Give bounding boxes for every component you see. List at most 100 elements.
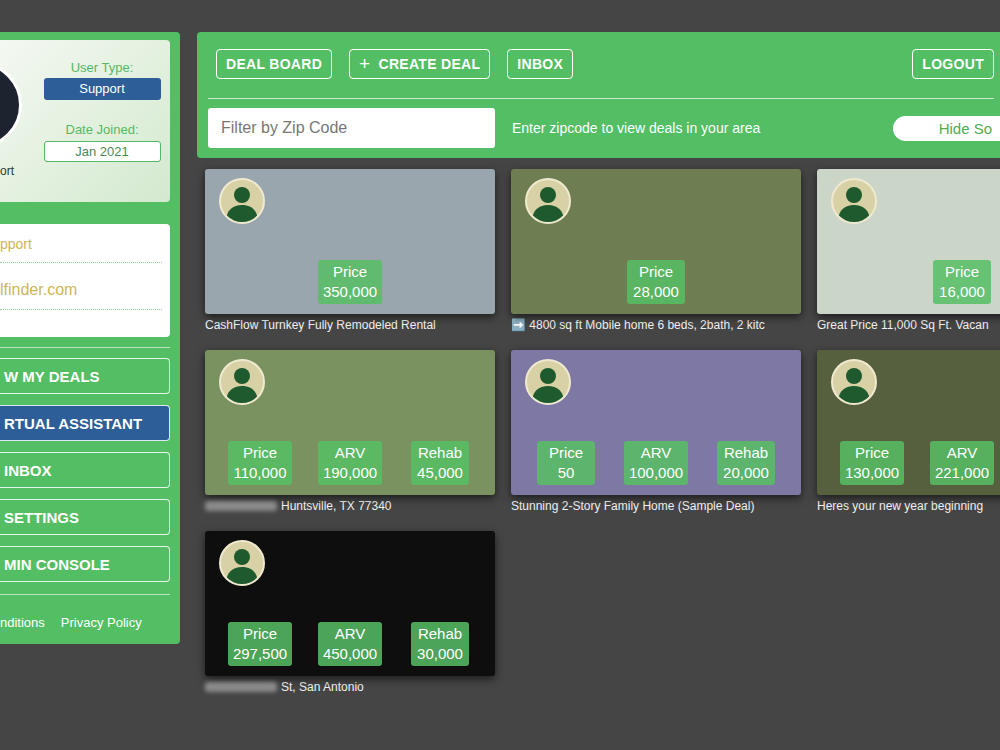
deal-title: Great Price 11,000 Sq Ft. Vacan [817,318,989,332]
stat-value: 50 [558,463,575,483]
deal-caption: Huntsville, TX 77340 [205,495,495,513]
stat-badge: Price 350,000 [318,260,382,304]
stat-label: Rehab [418,443,462,463]
stat-value: 221,000 [935,463,989,483]
stat-badge: Price 130,000 [840,441,904,485]
stat-badge: Rehab 20,000 [717,441,775,485]
stat-label: Price [549,443,583,463]
main-area: DEAL BOARD+ CREATE DEAL INBOX LOGOUT Ent… [197,32,1000,750]
user-avatar-icon[interactable] [219,359,265,405]
zip-filter-input[interactable] [208,108,495,148]
deal-caption: ➡️ 4800 sq ft Mobile home 6 beds, 2bath,… [511,314,801,332]
user-avatar-icon[interactable] [525,359,571,405]
deal-card[interactable]: Price 16,000 Great Price 11,000 Sq Ft. V… [817,169,1000,332]
stat-label: Price [243,624,277,644]
deal-card[interactable]: Price 350,000 CashFlow Turnkey Fully Rem… [205,169,495,332]
sidebar-item[interactable]: SETTINGS [0,499,170,535]
user-avatar-icon[interactable] [831,178,877,224]
profile-left: ort [0,40,34,202]
sidebar-item[interactable]: INBOX [0,452,170,488]
deal-photo[interactable]: Price 350,000 [205,169,495,314]
deal-grid: Price 350,000 CashFlow Turnkey Fully Rem… [197,169,1000,694]
stat-badge: Price 297,500 [228,622,292,666]
deal-stats: Price 350,000 [205,260,495,304]
deal-title: St, San Antonio [281,680,364,694]
stat-label: Rehab [724,443,768,463]
plus-icon: + [359,56,370,72]
stat-value: 130,000 [845,463,899,483]
deal-caption: Stunning 2-Story Family Home (Sample Dea… [511,495,801,513]
contact-box: pportlfinder.com [0,224,170,337]
person-icon [833,180,875,222]
top-bar: DEAL BOARD+ CREATE DEAL INBOX LOGOUT Ent… [197,32,1000,158]
user-avatar-icon[interactable] [831,359,877,405]
profile-card: ort User Type: Support Date Joined: Jan … [0,40,170,202]
stat-badge: ARV 190,000 [318,441,382,485]
deal-card[interactable]: Price 110,000 ARV 190,000 Rehab 45,000 Hun… [205,350,495,513]
deal-title: CashFlow Turnkey Fully Remodeled Rental [205,318,436,332]
toolbar-button[interactable]: DEAL BOARD [216,49,332,79]
user-type-label: User Type: [71,60,134,76]
person-icon [221,542,263,584]
stat-value: 297,500 [233,644,287,664]
deal-photo[interactable]: Price 297,500 ARV 450,000 Rehab 30,000 [205,531,495,676]
deal-card[interactable]: Price 50 ARV 100,000 Rehab 20,000 Stunning… [511,350,801,513]
user-avatar-icon[interactable] [219,178,265,224]
stat-label: ARV [641,443,672,463]
stat-badge: ARV 100,000 [624,441,688,485]
deal-photo[interactable]: Price 16,000 [817,169,1000,314]
deal-stats: Price 28,000 [511,260,801,304]
footer-link[interactable]: nditions [0,615,45,630]
deal-photo[interactable]: Price 130,000 ARV 221,000 [817,350,1000,495]
deal-caption: Heres your new year beginning [817,495,1000,513]
user-avatar-icon[interactable] [525,178,571,224]
deal-board-page: ort User Type: Support Date Joined: Jan … [0,0,1000,750]
person-icon [221,180,263,222]
deal-title: Huntsville, TX 77340 [281,499,392,513]
deal-card[interactable]: Price 130,000 ARV 221,000 Heres your new … [817,350,1000,513]
deal-stats: Price 297,500 ARV 450,000 Rehab 30,000 [205,622,495,666]
user-avatar-icon[interactable] [219,540,265,586]
stat-badge: Rehab 45,000 [411,441,469,485]
toolbar-button-label: DEAL BOARD [226,56,322,72]
stat-label: Price [333,262,367,282]
deal-photo[interactable]: Price 110,000 ARV 190,000 Rehab 45,000 [205,350,495,495]
profile-details: User Type: Support Date Joined: Jan 2021 [34,40,170,202]
stat-badge: Rehab 30,000 [411,622,469,666]
toolbar-button[interactable]: + CREATE DEAL [349,49,490,79]
stat-badge: Price 110,000 [228,441,291,485]
stat-value: 28,000 [633,282,679,302]
stat-value: 45,000 [417,463,463,483]
deal-card[interactable]: Price 28,000 ➡️ 4800 sq ft Mobile home 6… [511,169,801,332]
stat-badge: ARV 221,000 [930,441,994,485]
stat-label: Price [945,262,979,282]
sidebar: ort User Type: Support Date Joined: Jan … [0,32,180,644]
deal-caption: CashFlow Turnkey Fully Remodeled Rental [205,314,495,332]
stat-value: 110,000 [233,463,286,483]
stat-label: Rehab [418,624,462,644]
stat-label: Price [243,443,277,463]
deal-title: Heres your new year beginning [817,499,983,513]
sidebar-item[interactable]: MIN CONSOLE [0,546,170,582]
sidebar-item[interactable]: RTUAL ASSISTANT [0,405,170,441]
deal-stats: Price 16,000 [817,260,1000,304]
stat-badge: ARV 450,000 [318,622,382,666]
deal-photo[interactable]: Price 50 ARV 100,000 Rehab 20,000 [511,350,801,495]
stat-label: ARV [335,624,366,644]
toolbar-button[interactable]: INBOX [507,49,573,79]
profile-avatar[interactable] [0,62,22,148]
person-icon [527,361,569,403]
hide-sold-toggle[interactable]: Hide So [893,116,1000,141]
footer-link[interactable]: Privacy Policy [61,615,142,630]
stat-value: 190,000 [323,463,377,483]
sidebar-menu: W MY DEALS RTUAL ASSISTANT INBOX SETTINGS MI… [0,347,170,582]
deal-photo[interactable]: Price 28,000 [511,169,801,314]
deal-card[interactable]: Price 297,500 ARV 450,000 Rehab 30,000 St,… [205,531,495,694]
sidebar-item[interactable]: W MY DEALS [0,358,170,394]
date-joined-value: Jan 2021 [44,141,161,162]
person-icon [833,361,875,403]
logout-button[interactable]: LOGOUT [912,49,994,79]
stat-value: 100,000 [629,463,683,483]
stat-badge: Price 50 [537,441,595,485]
toolbar: DEAL BOARD + CREATE DEAL INBOX LOGOUT [208,49,994,79]
